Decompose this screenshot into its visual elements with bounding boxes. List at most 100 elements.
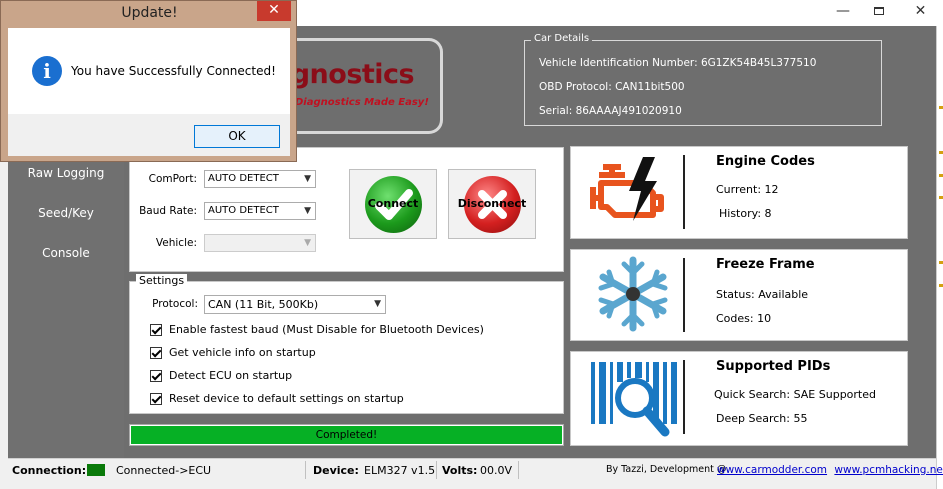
vehicle-select[interactable]: ▼	[204, 234, 316, 252]
engine-codes-current: Current: 12	[716, 183, 779, 196]
edge-marker	[939, 284, 943, 287]
connection-panel: ComPort: AUTO DETECT ▼ Baud Rate: AUTO D…	[129, 147, 564, 272]
vin-text: Vehicle Identification Number: 6G1ZK54B4…	[539, 57, 817, 69]
checkbox-checked-icon[interactable]	[150, 346, 162, 359]
chevron-down-icon: ▼	[304, 174, 311, 184]
settings-group: Settings Protocol: CAN (11 Bit, 500Kb) ▼…	[129, 274, 564, 414]
status-separator	[305, 461, 306, 479]
option-label: Detect ECU on startup	[169, 369, 293, 382]
ok-button[interactable]: OK	[194, 125, 280, 148]
engine-warning-icon	[581, 153, 686, 229]
vehicle-label: Vehicle:	[155, 237, 197, 249]
car-details-legend: Car Details	[531, 33, 593, 44]
status-separator	[436, 461, 437, 479]
connection-value: Connected->ECU	[116, 464, 212, 477]
protocol-select[interactable]: CAN (11 Bit, 500Kb) ▼	[204, 295, 386, 314]
close-icon: ✕	[268, 2, 280, 18]
close-button[interactable]: ✕	[898, 0, 943, 22]
engine-codes-title: Engine Codes	[716, 154, 815, 169]
progress-bar: Completed!	[129, 424, 564, 446]
dialog-body: i You have Successfully Connected!	[8, 28, 290, 114]
maximize-button[interactable]	[862, 0, 896, 22]
option-reset-device[interactable]: Reset device to default settings on star…	[150, 392, 404, 405]
card-divider	[683, 155, 685, 229]
chevron-down-icon: ▼	[304, 206, 311, 216]
option-label: Enable fastest baud (Must Disable for Bl…	[169, 323, 484, 336]
progress-label: Completed!	[315, 429, 378, 441]
checkbox-checked-icon[interactable]	[150, 392, 162, 405]
dialog-close-button[interactable]: ✕	[257, 1, 291, 21]
edge-marker	[939, 196, 943, 199]
card-divider	[683, 258, 685, 332]
option-detect-ecu[interactable]: Detect ECU on startup	[150, 369, 292, 382]
pcmhacking-link[interactable]: www.pcmhacking.net	[834, 464, 943, 476]
option-label: Reset device to default settings on star…	[169, 392, 404, 405]
car-details-group: Car Details Vehicle Identification Numbe…	[524, 33, 882, 126]
supported-pids-deep: Deep Search: 55	[716, 412, 808, 425]
volts-label: Volts:	[442, 464, 478, 477]
volts-value: 00.0V	[480, 464, 513, 477]
edge-marker	[939, 151, 943, 154]
sidebar-item-console[interactable]: Console	[8, 246, 124, 260]
obd-protocol-text: OBD Protocol: CAN11bit500	[539, 81, 685, 93]
checkbox-checked-icon[interactable]	[150, 323, 162, 336]
freeze-frame-card[interactable]: Freeze Frame Status: Available Codes: 10	[570, 249, 908, 341]
baud-rate-label: Baud Rate:	[139, 205, 197, 217]
credit-links: www.carmodder.com www.pcmhacking.net	[717, 464, 943, 476]
dialog-title: Update!	[121, 5, 178, 21]
baud-rate-select[interactable]: AUTO DETECT ▼	[204, 202, 316, 220]
engine-codes-card[interactable]: Engine Codes Current: 12 History: 8	[570, 146, 908, 239]
device-label: Device:	[313, 464, 359, 477]
status-bar: Connection: Connected->ECU Device: ELM32…	[8, 458, 943, 482]
logo-tagline: Diagnostics Made Easy!	[295, 97, 429, 108]
chevron-down-icon: ▼	[304, 238, 311, 248]
checkbox-checked-icon[interactable]	[150, 369, 162, 382]
comport-label: ComPort:	[148, 173, 197, 185]
maximize-icon	[874, 7, 884, 15]
edge-marker	[939, 174, 943, 177]
disconnect-label: Disconnect	[457, 197, 527, 210]
freeze-frame-title: Freeze Frame	[716, 257, 815, 272]
connection-label: Connection:	[12, 464, 87, 477]
supported-pids-card[interactable]: Supported PIDs Quick Search: SAE Support…	[570, 351, 908, 446]
dialog-footer: OK	[8, 114, 290, 156]
edge-marker	[939, 106, 943, 109]
credit-text: By Tazzi, Development @	[606, 464, 727, 475]
chevron-down-icon: ▼	[374, 299, 381, 309]
connection-status-indicator	[87, 464, 105, 476]
app-logo: agnostics Diagnostics Made Easy!	[273, 38, 443, 134]
freeze-frame-codes: Codes: 10	[716, 312, 772, 325]
serial-text: Serial: 86AAAAJ491020910	[539, 105, 682, 117]
comport-select[interactable]: AUTO DETECT ▼	[204, 170, 316, 188]
carmodder-link[interactable]: www.carmodder.com	[717, 464, 827, 476]
supported-pids-title: Supported PIDs	[716, 359, 831, 374]
baud-rate-value: AUTO DETECT	[208, 205, 279, 216]
close-icon: ✕	[914, 3, 927, 19]
card-divider	[683, 360, 685, 434]
protocol-label: Protocol:	[152, 298, 198, 310]
freeze-frame-status: Status: Available	[716, 288, 809, 301]
dialog-message: You have Successfully Connected!	[71, 64, 276, 78]
minimize-icon: —	[836, 3, 850, 19]
minimize-button[interactable]: —	[826, 0, 860, 22]
status-separator	[518, 461, 519, 479]
sidebar-item-seed-key[interactable]: Seed/Key	[8, 206, 124, 220]
connect-button[interactable]: Connect	[349, 169, 437, 239]
edge-marker	[939, 261, 943, 264]
disconnect-button[interactable]: Disconnect	[448, 169, 536, 239]
option-vehicle-info[interactable]: Get vehicle info on startup	[150, 346, 316, 359]
supported-pids-quick: Quick Search: SAE Supported	[714, 388, 876, 401]
info-icon: i	[32, 56, 62, 86]
background-window-edge	[936, 26, 943, 489]
settings-legend: Settings	[136, 274, 188, 287]
engine-codes-history: History: 8	[719, 207, 772, 220]
connect-label: Connect	[367, 197, 419, 210]
protocol-value: CAN (11 Bit, 500Kb)	[208, 298, 319, 311]
update-dialog: Update! ✕ i You have Successfully Connec…	[0, 0, 297, 162]
snowflake-icon	[581, 256, 686, 332]
device-value: ELM327 v1.5	[364, 464, 436, 477]
barcode-search-icon	[581, 358, 686, 437]
option-fastest-baud[interactable]: Enable fastest baud (Must Disable for Bl…	[150, 323, 484, 336]
comport-value: AUTO DETECT	[208, 173, 279, 184]
sidebar-item-raw-logging[interactable]: Raw Logging	[8, 166, 124, 180]
